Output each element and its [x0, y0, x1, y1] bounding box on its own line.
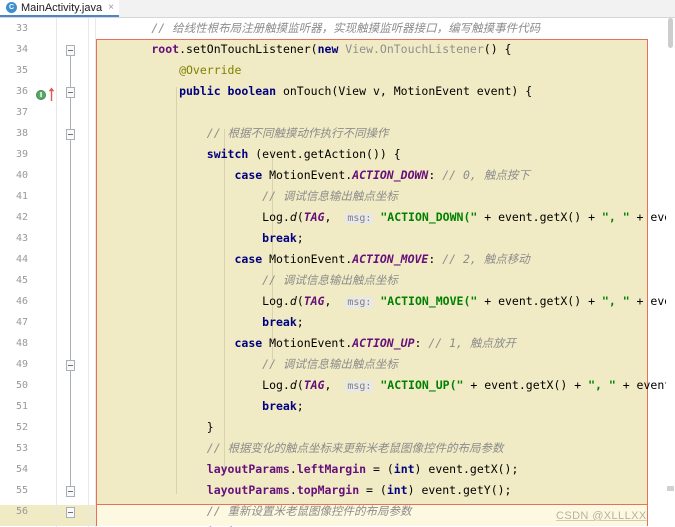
- java-class-icon: C: [6, 2, 17, 13]
- line-number: 42: [15, 212, 28, 223]
- code-text: // 根据变化的触点坐标来更新米老鼠图像控件的布局参数: [96, 441, 504, 455]
- line-number: 41: [15, 191, 28, 202]
- code-text: switch (event.getAction()) {: [96, 147, 401, 161]
- code-line[interactable]: 43 break;: [0, 228, 675, 249]
- code-line[interactable]: 38 // 根据不同触摸动作执行不同操作: [0, 123, 675, 144]
- code-text: case MotionEvent.ACTION_UP: // 1, 触点放开: [96, 336, 516, 350]
- line-number: 47: [15, 317, 28, 328]
- code-line[interactable]: 47 break;: [0, 312, 675, 333]
- line-number: 43: [15, 233, 28, 244]
- code-text: break;: [96, 315, 304, 329]
- line-number: 57: [0, 522, 28, 527]
- code-line[interactable]: 48 case MotionEvent.ACTION_UP: // 1, 触点放…: [0, 333, 675, 354]
- parameter-hint-msg: msg:: [345, 213, 374, 224]
- code-line[interactable]: 46 Log.d(TAG, msg: "ACTION_MOVE(" + even…: [0, 291, 675, 312]
- line-number: 51: [15, 401, 28, 412]
- code-text: // 调试信息输出触点坐标: [96, 273, 398, 287]
- line-number: 46: [15, 296, 28, 307]
- editor-tab-mainactivity[interactable]: C MainActivity.java ×: [0, 0, 119, 17]
- code-text: layoutParams.leftMargin = (int) event.ge…: [96, 462, 519, 476]
- code-line[interactable]: 49 // 调试信息输出触点坐标: [0, 354, 675, 375]
- code-text: ivMickey.setLayoutParams(layoutParams);: [96, 522, 675, 527]
- line-number: 48: [15, 338, 28, 349]
- line-number: 54: [15, 464, 28, 475]
- line-number: 44: [15, 254, 28, 265]
- code-line[interactable]: 36 public boolean onTouch(View v, Motion…: [0, 81, 675, 102]
- editor-tab-label: MainActivity.java: [21, 1, 103, 14]
- code-line[interactable]: 50 Log.d(TAG, msg: "ACTION_UP(" + event.…: [0, 375, 675, 396]
- code-line[interactable]: 42 Log.d(TAG, msg: "ACTION_DOWN(" + even…: [0, 207, 675, 228]
- line-number: 50: [15, 380, 28, 391]
- line-number: 35: [15, 65, 28, 76]
- code-text: case MotionEvent.ACTION_MOVE: // 2, 触点移动: [96, 252, 530, 266]
- code-line[interactable]: 37: [0, 102, 675, 123]
- code-text: // 根据不同触摸动作执行不同操作: [96, 126, 389, 140]
- editor-tab-bar: C MainActivity.java ×: [0, 0, 675, 18]
- code-line[interactable]: 40 case MotionEvent.ACTION_DOWN: // 0, 触…: [0, 165, 675, 186]
- line-number: 38: [15, 128, 28, 139]
- code-text: // 调试信息输出触点坐标: [96, 189, 398, 203]
- line-number: 39: [15, 149, 28, 160]
- line-number: 56: [15, 506, 28, 517]
- line-number: 53: [15, 443, 28, 454]
- code-text: @Override: [96, 63, 242, 77]
- code-line[interactable]: 39 switch (event.getAction()) {: [0, 144, 675, 165]
- code-line[interactable]: 44 case MotionEvent.ACTION_MOVE: // 2, 触…: [0, 249, 675, 270]
- close-icon[interactable]: ×: [108, 2, 114, 13]
- line-number: 36: [15, 86, 28, 97]
- code-line[interactable]: 45 // 调试信息输出触点坐标: [0, 270, 675, 291]
- line-number: 52: [15, 422, 28, 433]
- line-number: 45: [15, 275, 28, 286]
- code-text: Log.d(TAG, msg: "ACTION_MOVE(" + event.g…: [96, 294, 675, 308]
- code-text: // 给线性根布局注册触摸监听器，实现触摸监听器接口，编写触摸事件代码: [96, 21, 541, 35]
- vertical-scrollbar-thumb[interactable]: [668, 18, 673, 48]
- line-number: 33: [15, 23, 28, 34]
- code-text: break;: [96, 231, 304, 245]
- code-text: root.setOnTouchListener(new View.OnTouch…: [96, 42, 512, 56]
- code-line[interactable]: 53 // 根据变化的触点坐标来更新米老鼠图像控件的布局参数: [0, 438, 675, 459]
- code-editor[interactable]: I 33 // 给线性根布局注册触摸监听器，实现触摸监听器接口，编写触摸事件代码…: [0, 18, 675, 527]
- code-text: case MotionEvent.ACTION_DOWN: // 0, 触点按下: [96, 168, 530, 182]
- line-number: 37: [15, 107, 28, 118]
- code-text: // 调试信息输出触点坐标: [96, 357, 398, 371]
- line-number: 49: [15, 359, 28, 370]
- line-number: 40: [15, 170, 28, 181]
- code-text: break;: [96, 399, 304, 413]
- watermark-text: CSDN @XLLLXX: [556, 510, 647, 522]
- code-line[interactable]: 35 @Override: [0, 60, 675, 81]
- code-text: public boolean onTouch(View v, MotionEve…: [96, 84, 533, 98]
- code-line[interactable]: 41 // 调试信息输出触点坐标: [0, 186, 675, 207]
- code-text: layoutParams.topMargin = (int) event.get…: [96, 483, 512, 497]
- code-text: Log.d(TAG, msg: "ACTION_DOWN(" + event.g…: [96, 210, 675, 224]
- parameter-hint-msg: msg:: [345, 297, 374, 308]
- code-line[interactable]: 33 // 给线性根布局注册触摸监听器，实现触摸监听器接口，编写触摸事件代码: [0, 18, 675, 39]
- line-number: 55: [15, 485, 28, 496]
- code-line[interactable]: 34 root.setOnTouchListener(new View.OnTo…: [0, 39, 675, 60]
- code-line[interactable]: 51 break;: [0, 396, 675, 417]
- code-line[interactable]: 57 ivMickey.setLayoutParams(layoutParams…: [0, 522, 675, 527]
- code-text: Log.d(TAG, msg: "ACTION_UP(" + event.get…: [96, 378, 675, 392]
- error-stripe-mark[interactable]: [667, 486, 674, 491]
- code-line[interactable]: 54 layoutParams.leftMargin = (int) event…: [0, 459, 675, 480]
- vertical-scrollbar-track[interactable]: [666, 18, 675, 527]
- code-line[interactable]: 52 }: [0, 417, 675, 438]
- parameter-hint-msg: msg:: [345, 381, 374, 392]
- code-text: }: [96, 420, 214, 434]
- line-number: 34: [15, 44, 28, 55]
- code-line[interactable]: 55 layoutParams.topMargin = (int) event.…: [0, 480, 675, 501]
